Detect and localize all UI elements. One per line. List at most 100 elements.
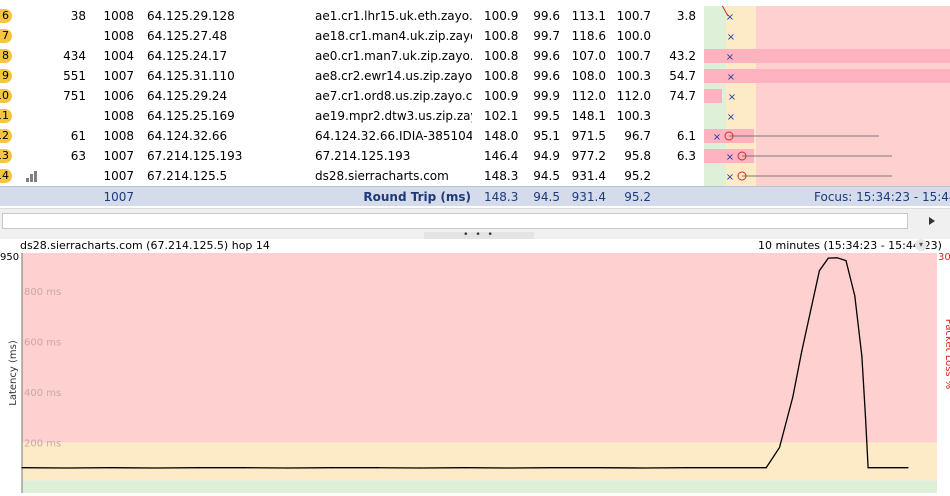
latency-point	[21, 467, 23, 469]
hop-loss: 3.8	[676, 9, 696, 23]
hop-ip: 64.124.32.66	[147, 129, 228, 143]
table-row[interactable]: 6 38 1008 64.125.29.128 ae1.cr1.lhr15.uk.eth…	[0, 6, 950, 26]
hop-hostname: ae18.cr1.man4.uk.zip.zayo.com	[315, 29, 472, 43]
focus-range[interactable]: Focus: 15:34:23 - 15:44:2	[814, 187, 950, 207]
hop-cur: 971.5	[571, 129, 606, 143]
table-row[interactable]: 8 434 1004 64.125.24.17 ae0.cr1.man7.uk.zip.…	[0, 46, 950, 66]
hop-number-badge: 10	[0, 89, 12, 103]
latency-min-marker: ×	[726, 52, 734, 63]
hop-min: 94.5	[533, 169, 560, 183]
latency-point	[854, 295, 856, 297]
latency-point	[880, 467, 883, 469]
chart-green-zone	[22, 480, 937, 493]
hop-port: 1007	[103, 169, 134, 183]
latency-point	[464, 467, 466, 469]
latency-point	[508, 467, 510, 469]
hop-pl: 100.3	[616, 69, 651, 83]
hop-pl: 100.7	[616, 9, 651, 23]
latency-point	[198, 467, 200, 469]
chart-target-label: ds28.sierracharts.com (67.214.125.5) hop…	[20, 239, 270, 252]
latency-point	[845, 260, 847, 262]
y-tick-label: 400 ms	[24, 388, 61, 399]
hop-loss: 74.7	[669, 89, 696, 103]
scroll-right-icon[interactable]	[926, 215, 938, 227]
hop-count	[56, 106, 86, 126]
graph-red-zone	[756, 6, 950, 26]
hop-loss	[662, 166, 696, 186]
y-axis-title: Latency (ms)	[8, 340, 19, 406]
hop-port: 1008	[103, 29, 134, 43]
hop-loss: 43.2	[669, 49, 696, 63]
table-row[interactable]: 11 1008 64.125.25.169 ae19.mpr2.dtw3.us.zip…	[0, 106, 950, 126]
graph-green-zone	[704, 26, 726, 46]
latency-min-marker: ×	[726, 172, 734, 183]
latency-point	[898, 467, 900, 469]
hop-avg: 146.4	[484, 149, 518, 163]
hop-graph-cell: ×	[704, 126, 950, 146]
hop-min: 94.9	[533, 149, 560, 163]
latency-point	[730, 467, 732, 469]
hop-graph-cell: ×	[704, 26, 950, 46]
table-row[interactable]: 9 551 1007 64.125.31.110 ae8.cr2.ewr14.us.zi…	[0, 66, 950, 86]
round-trip-pl: 95.2	[624, 190, 651, 204]
graph-green-zone	[704, 106, 726, 126]
latency-point	[818, 270, 821, 272]
hop-pl: 100.7	[616, 49, 651, 63]
hop-count: 751	[63, 89, 86, 103]
packet-loss-bar	[704, 49, 950, 63]
traceroute-window: { "colors": { "hop_badge": "#f5c542", "r…	[0, 0, 950, 496]
hop-number-badge: 7	[0, 29, 12, 43]
table-row[interactable]: 7 1008 64.125.27.48 ae18.cr1.man4.uk.zip.za…	[0, 26, 950, 46]
hop-loss: 6.1	[676, 129, 696, 143]
chart-yellow-zone	[22, 442, 937, 481]
hop-hostname: ae0.cr1.man7.uk.zip.zayo.com	[315, 49, 472, 63]
latency-point	[65, 467, 67, 469]
hop-min: 99.6	[533, 49, 560, 63]
latency-min-marker: ×	[727, 72, 735, 83]
hop-count: 38	[70, 9, 86, 23]
table-row[interactable]: 10 751 1006 64.125.29.24 ae7.cr1.ord8.us.zip…	[0, 86, 950, 106]
scrollbar-track[interactable]	[2, 213, 908, 229]
hop-port: 1007	[103, 149, 134, 163]
y-max-label: 950	[0, 253, 19, 263]
hop-pl: 95.2	[624, 169, 651, 183]
latency-point	[110, 467, 112, 469]
hop-number-badge: 12	[0, 129, 12, 143]
table-row[interactable]: 12 61 1008 64.124.32.66 64.124.32.66.IDIA-38…	[0, 126, 950, 146]
hop-cur: 113.1	[571, 9, 606, 23]
hop-count: 434	[63, 49, 86, 63]
table-row[interactable]: 14 1007 67.214.125.5 ds28.sierracharts.com 1…	[0, 166, 950, 186]
bar-chart-icon[interactable]	[26, 171, 38, 182]
horizontal-scrollbar[interactable]	[0, 208, 950, 232]
hop-ip: 64.125.24.17	[147, 49, 228, 63]
latency-point	[287, 467, 289, 469]
time-range-dropdown-icon[interactable]: ▾	[915, 239, 927, 251]
graph-red-zone	[756, 26, 950, 46]
hop-number-badge: 9	[0, 69, 12, 83]
hop-pl: 100.0	[616, 29, 651, 43]
hop-number-badge: 6	[0, 9, 12, 23]
hop-avg: 100.9	[484, 89, 518, 103]
hop-min: 99.6	[533, 69, 560, 83]
hop-cur: 108.0	[571, 69, 606, 83]
latency-min-marker: ×	[728, 92, 736, 103]
hop-number-badge: 14	[0, 169, 12, 183]
hop-count: 551	[63, 69, 86, 83]
latency-point	[765, 467, 767, 469]
graph-green-zone	[704, 6, 726, 26]
panel-splitter[interactable]: • • •	[0, 231, 950, 240]
hop-port: 1008	[103, 129, 134, 143]
hop-graph-cell: ×	[704, 6, 950, 26]
hop-ip: 64.125.27.48	[147, 29, 228, 43]
packet-loss-bar	[704, 69, 950, 83]
round-trip-avg: 148.3	[484, 190, 518, 204]
round-trip-cur: 931.4	[571, 190, 606, 204]
table-row[interactable]: 13 63 1007 67.214.125.193 67.214.125.193 146.…	[0, 146, 950, 166]
hop-count: 61	[70, 129, 86, 143]
hop-loss: 6.3	[676, 149, 696, 163]
latency-point	[331, 467, 333, 469]
latency-point	[792, 396, 794, 398]
latency-min-marker: ×	[713, 132, 721, 143]
splitter-grip[interactable]: • • •	[424, 231, 534, 240]
graph-red-zone	[756, 106, 950, 126]
